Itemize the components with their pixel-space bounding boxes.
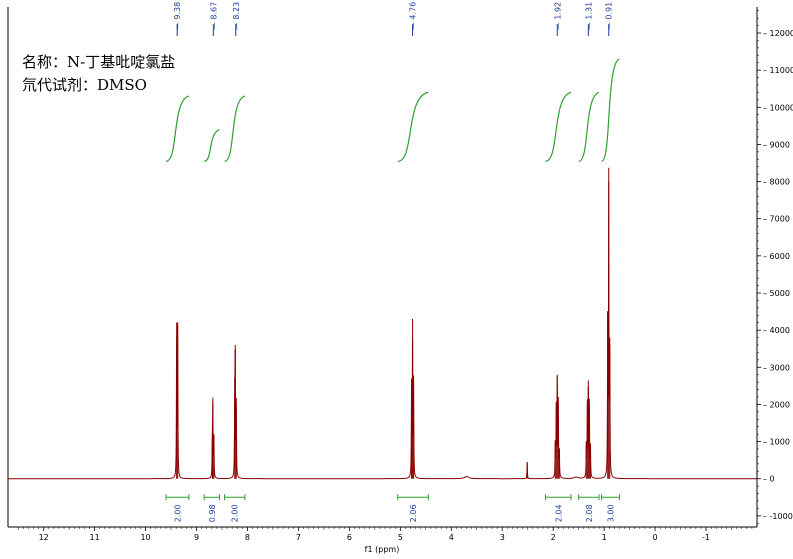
integral-curve (397, 91, 429, 162)
peak-label: — 1.92 (553, 2, 562, 30)
y-tick-label: – 2000 (763, 400, 790, 409)
compound-name-annotation: 名称：N-丁基吡啶氯盐 (22, 53, 176, 71)
x-tick-label: -1 (702, 533, 710, 542)
integral-value: 2.00 (231, 504, 240, 522)
x-tick-label: 9 (194, 533, 199, 542)
x-tick-label: 7 (296, 533, 301, 542)
y-tick-label: – 6000 (763, 252, 790, 261)
y-tick-label: – 7000 (763, 215, 790, 224)
integral-value: 2.08 (585, 504, 594, 522)
integral-curve (224, 95, 246, 162)
integral-curve (165, 95, 190, 162)
peak-label: — 1.31 (584, 2, 593, 30)
x-tick-label: 10 (140, 533, 150, 542)
integral-curve (545, 91, 572, 162)
y-tick-label: – 10000 (763, 103, 793, 112)
x-tick-label: 6 (347, 533, 352, 542)
integral-value: 2.00 (173, 504, 182, 522)
y-tick-label: – 5000 (763, 289, 790, 298)
x-tick-label: 3 (500, 533, 505, 542)
x-tick-label: 4 (449, 533, 454, 542)
x-tick-label: 8 (245, 533, 250, 542)
integral-value: 0.98 (208, 504, 217, 522)
x-tick-label: 11 (90, 533, 100, 542)
integral-curve (203, 129, 220, 162)
peak-labels-layer: — 9.38 — 8.67 — 8.23 — 4.76 — 1.92 — 1.31 — 0.… (173, 2, 614, 36)
peak-label: — 4.76 (409, 2, 418, 30)
integral-value: 3.00 (607, 504, 616, 522)
y-tick-label: – 8000 (763, 178, 790, 187)
integral-value: 2.04 (554, 504, 563, 522)
spectrum-trace (8, 167, 757, 480)
integral-value: 2.06 (409, 504, 418, 522)
y-tick-label: – 3000 (763, 363, 790, 372)
x-tick-label: 5 (398, 533, 403, 542)
y-tick-label: – -1000 (763, 512, 793, 521)
integral-curve (578, 91, 600, 162)
x-tick-label: 12 (39, 533, 49, 542)
y-tick-label: – 11000 (763, 66, 793, 75)
y-tick-label: – 0 (763, 475, 775, 484)
spectrum-layer (8, 167, 757, 480)
x-tick-label: 1 (602, 533, 607, 542)
x-tick-label: 2 (551, 533, 556, 542)
peak-label: — 0.91 (605, 2, 614, 30)
peak-label: — 8.23 (232, 2, 241, 30)
y-tick-label: – 9000 (763, 140, 790, 149)
y-tick-label: – 1000 (763, 438, 790, 447)
integral-curve (601, 58, 620, 162)
x-tick-label: 0 (653, 533, 658, 542)
x-axis-label: f1 (ppm) (365, 545, 400, 554)
solvent-annotation: 氘代试剂：DMSO (22, 76, 147, 94)
peak-label: — 8.67 (209, 2, 218, 30)
y-tick-label: – 4000 (763, 326, 790, 335)
peak-label: — 9.38 (173, 2, 182, 30)
y-tick-label: – 12000 (763, 29, 793, 38)
